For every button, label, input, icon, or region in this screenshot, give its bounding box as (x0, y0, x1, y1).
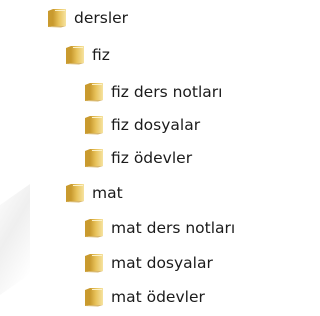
folder-icon (46, 8, 68, 28)
folder-icon (83, 148, 105, 168)
folder-icon (83, 287, 105, 307)
tree-item-mat-odevler[interactable]: mat ödevler (83, 284, 205, 310)
folder-icon (83, 82, 105, 102)
folder-icon (83, 253, 105, 273)
tree-item-mat[interactable]: mat (64, 180, 123, 206)
tree-item-fiz-dosyalar[interactable]: fiz dosyalar (83, 112, 200, 138)
folder-icon (83, 218, 105, 238)
tree-item-mat-dosyalar[interactable]: mat dosyalar (83, 250, 213, 276)
tree-item-label: fiz dosyalar (111, 116, 201, 134)
background-shadow (0, 183, 30, 316)
tree-item-label: mat ödevler (111, 288, 205, 306)
tree-item-fiz-odevler[interactable]: fiz ödevler (83, 145, 192, 171)
tree-item-label: fiz (92, 46, 110, 64)
folder-tree: dersler fiz fiz ders notları fiz dosyala… (0, 0, 262, 316)
tree-item-label: mat dosyalar (111, 254, 213, 272)
tree-item-label: fiz ders notları (111, 83, 223, 101)
tree-item-dersler[interactable]: dersler (46, 5, 128, 31)
tree-item-mat-ders-notlari[interactable]: mat ders notları (83, 215, 235, 241)
tree-item-fiz[interactable]: fiz (64, 42, 110, 68)
tree-item-label: mat (92, 184, 123, 202)
tree-item-label: fiz ödevler (111, 149, 193, 167)
folder-icon (64, 45, 86, 65)
tree-item-label: dersler (74, 9, 129, 27)
folder-icon (64, 183, 86, 203)
folder-icon (83, 115, 105, 135)
tree-item-fiz-ders-notlari[interactable]: fiz ders notları (83, 79, 222, 105)
tree-item-label: mat ders notları (111, 219, 236, 237)
